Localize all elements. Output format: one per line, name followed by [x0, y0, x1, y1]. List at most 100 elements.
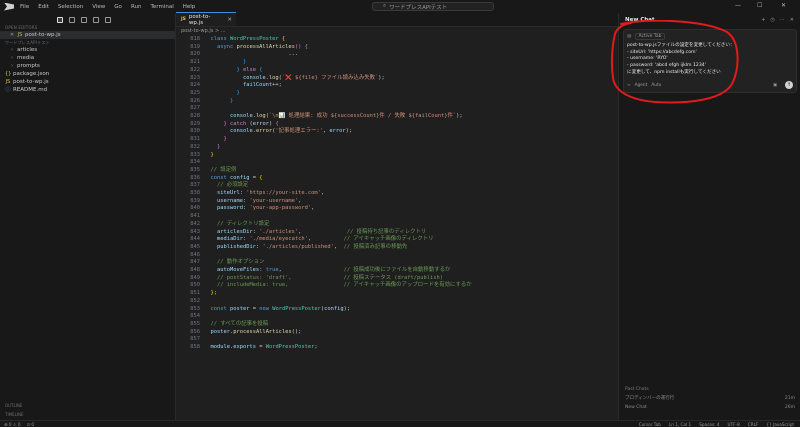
status-item[interactable]: {} JavaScript: [766, 422, 794, 427]
tree-item[interactable]: JS post-to-wp.js: [0, 78, 175, 86]
status-item[interactable]: ⊗ 0 ⚠ 0: [4, 422, 21, 427]
code-line[interactable]: 840 password: 'your-app-password',: [176, 205, 616, 213]
outline-header[interactable]: OUTLINE: [0, 403, 22, 408]
code-line[interactable]: 827: [176, 105, 616, 113]
code-line[interactable]: 821 }: [176, 59, 616, 67]
code-line[interactable]: 832 }: [176, 144, 616, 152]
more-icon[interactable]: ⋯: [780, 17, 785, 23]
image-icon[interactable]: ▣: [773, 83, 777, 88]
minimize-icon[interactable]: —: [735, 2, 741, 9]
open-editor-item[interactable]: ✕ JS post-to-wp.js: [0, 31, 175, 39]
code-line[interactable]: 831 }: [176, 136, 616, 144]
files-icon[interactable]: [57, 16, 63, 23]
status-item[interactable]: Ln 1, Col 1: [669, 422, 691, 427]
menu-item-run[interactable]: Run: [131, 4, 142, 10]
editor-tab[interactable]: JS post-to-wp.js ✕: [176, 12, 236, 26]
code-line[interactable]: 845 publishedDir: './articles/published'…: [176, 244, 616, 252]
status-item[interactable]: Cursor Tab: [639, 422, 661, 427]
workspace-header[interactable]: ワードプレスAPIテスト: [0, 39, 175, 46]
code-line[interactable]: 833 }: [176, 152, 616, 160]
source-control-icon[interactable]: [81, 16, 87, 23]
json-file-icon: {}: [5, 71, 12, 77]
code-line[interactable]: 837 // 必須設定: [176, 182, 616, 190]
code-line[interactable]: 834: [176, 159, 616, 167]
send-button[interactable]: ↑: [785, 81, 793, 89]
line-number: 826: [190, 97, 200, 104]
menu-item-help[interactable]: Help: [183, 4, 196, 10]
code-text: articlesDir: './articles', // 投稿待ち記事のディレ…: [216, 228, 427, 235]
maximize-icon[interactable]: ☐: [757, 2, 762, 9]
at-icon[interactable]: @: [627, 34, 632, 39]
code-line[interactable]: 851 };: [176, 290, 616, 298]
menu-item-file[interactable]: File: [20, 4, 29, 10]
close-icon[interactable]: ✕: [790, 17, 794, 23]
code-line[interactable]: 818 class WordPressPoster {: [176, 36, 616, 44]
code-line[interactable]: 857: [176, 336, 616, 344]
code-line[interactable]: 852: [176, 298, 616, 306]
code-line[interactable]: 819 async processAllArticles() {: [176, 44, 616, 52]
settings-icon[interactable]: [105, 16, 111, 23]
status-item[interactable]: Spaces: 4: [699, 422, 719, 427]
close-icon[interactable]: ✕: [781, 2, 786, 9]
line-number: 831: [190, 136, 200, 143]
menu-item-terminal[interactable]: Terminal: [150, 4, 173, 10]
code-line[interactable]: 823 console.log(`❌ ${file} ファイル読み込み失敗`);: [176, 75, 616, 83]
code-line[interactable]: 850 // includeMedia: true, // アイキャッチ画像のア…: [176, 282, 616, 290]
past-chat-item[interactable]: New Chat 26m: [625, 403, 795, 412]
close-icon[interactable]: ✕: [9, 31, 15, 39]
timeline-header[interactable]: TIMELINE: [0, 412, 24, 417]
code-line[interactable]: 828 console.log(`\n📊 処理結果: 成功 ${successC…: [176, 113, 616, 121]
extensions-icon[interactable]: [93, 16, 99, 23]
past-chat-item[interactable]: プロディンバーの運行行 21m: [625, 394, 795, 403]
code-line[interactable]: 841: [176, 213, 616, 221]
code-line[interactable]: 824 failCount++;: [176, 82, 616, 90]
code-line[interactable]: 842 // ディレクトリ設定: [176, 221, 616, 229]
menu-item-selection[interactable]: Selection: [58, 4, 83, 10]
mode-selector[interactable]: Agent: [635, 83, 648, 88]
code-line[interactable]: 856 poster.processAllArticles();: [176, 329, 616, 337]
command-search-input[interactable]: ⌕ ワードプレスAPIテスト: [372, 2, 494, 11]
line-number: 846: [190, 251, 200, 258]
chat-message-text[interactable]: post-to-wp.jsファイルの設定を変更してください： - siteUrl…: [627, 43, 735, 77]
menu-item-view[interactable]: View: [92, 4, 105, 10]
folder-chevron-icon: ›: [11, 47, 13, 53]
tree-item[interactable]: ⓘ README.md: [0, 86, 175, 94]
context-pill[interactable]: @ Active Tab: [627, 33, 666, 40]
close-icon[interactable]: ✕: [227, 17, 232, 23]
line-number: 821: [190, 59, 200, 66]
tree-item[interactable]: › prompts: [0, 62, 175, 70]
code-line[interactable]: 825 }: [176, 90, 616, 98]
active-tab-chip[interactable]: Active Tab: [634, 33, 666, 40]
model-selector[interactable]: Auto: [651, 83, 661, 88]
code-line[interactable]: 826 }: [176, 98, 616, 106]
past-chat-title: プロディンバーの運行行: [625, 396, 675, 401]
code-line[interactable]: 838 siteUrl: 'https://your-site.com',: [176, 190, 616, 198]
status-item[interactable]: UTF-8: [728, 422, 740, 427]
chat-input-box[interactable]: @ Active Tab post-to-wp.jsファイルの設定を変更してくだ…: [623, 29, 797, 93]
tree-item[interactable]: {} package.json: [0, 70, 175, 78]
code-text: };: [210, 290, 218, 297]
code-line[interactable]: 847 // 動作オプション: [176, 259, 616, 267]
search-view-icon[interactable]: [69, 16, 75, 23]
open-editors-header[interactable]: OPEN EDITORS: [0, 24, 175, 31]
code-line[interactable]: 839 username: 'your-username',: [176, 198, 616, 206]
code-line[interactable]: 820 ...: [176, 51, 616, 59]
code-line[interactable]: 854: [176, 313, 616, 321]
menu-item-go[interactable]: Go: [114, 4, 122, 10]
code-line[interactable]: 848 autoMoveFiles: true, // 投稿成功後にファイルを自…: [176, 267, 616, 275]
tree-item[interactable]: › media: [0, 54, 175, 62]
code-line[interactable]: 855 // すべての記事を投稿: [176, 321, 616, 329]
code-line[interactable]: 830 console.error('記事処理エラー:', error);: [176, 128, 616, 136]
add-icon[interactable]: +: [761, 17, 765, 23]
breadcrumb[interactable]: post-to-wp.js > ...: [176, 27, 618, 36]
code-line[interactable]: 844 mediaDir: './media/eyecatch', // アイキ…: [176, 236, 616, 244]
code-line[interactable]: 858 module.exports = WordPressPoster;: [176, 344, 616, 352]
status-item[interactable]: CRLF: [748, 422, 759, 427]
history-icon[interactable]: ◷: [770, 17, 774, 23]
menu-item-edit[interactable]: Edit: [38, 4, 49, 10]
tree-item[interactable]: › articles: [0, 46, 175, 54]
code-line[interactable]: 822 } else {: [176, 67, 616, 75]
code-line[interactable]: 835 // 設定例: [176, 167, 616, 175]
code-line[interactable]: 853 const poster = new WordPressPoster(c…: [176, 306, 616, 314]
status-item[interactable]: ⊙ 0: [27, 422, 35, 427]
